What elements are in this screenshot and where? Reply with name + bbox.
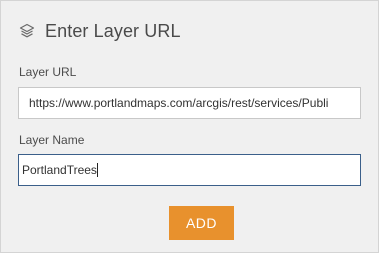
- dialog-title: Enter Layer URL: [45, 20, 181, 41]
- layer-name-label: Layer Name: [19, 133, 85, 147]
- add-layer-panel: Enter Layer URL Layer URL https://www.po…: [0, 0, 379, 253]
- panel-header: Enter Layer URL: [19, 19, 181, 43]
- layer-url-input[interactable]: https://www.portlandmaps.com/arcgis/rest…: [18, 87, 361, 119]
- layer-name-input[interactable]: PortlandTrees: [18, 154, 361, 186]
- text-caret: [96, 162, 98, 177]
- add-button[interactable]: ADD: [169, 206, 234, 240]
- layer-name-value: PortlandTrees: [22, 163, 97, 177]
- layer-url-label: Layer URL: [19, 65, 77, 79]
- layers-icon: [19, 23, 35, 39]
- layer-url-value: https://www.portlandmaps.com/arcgis/rest…: [29, 96, 329, 110]
